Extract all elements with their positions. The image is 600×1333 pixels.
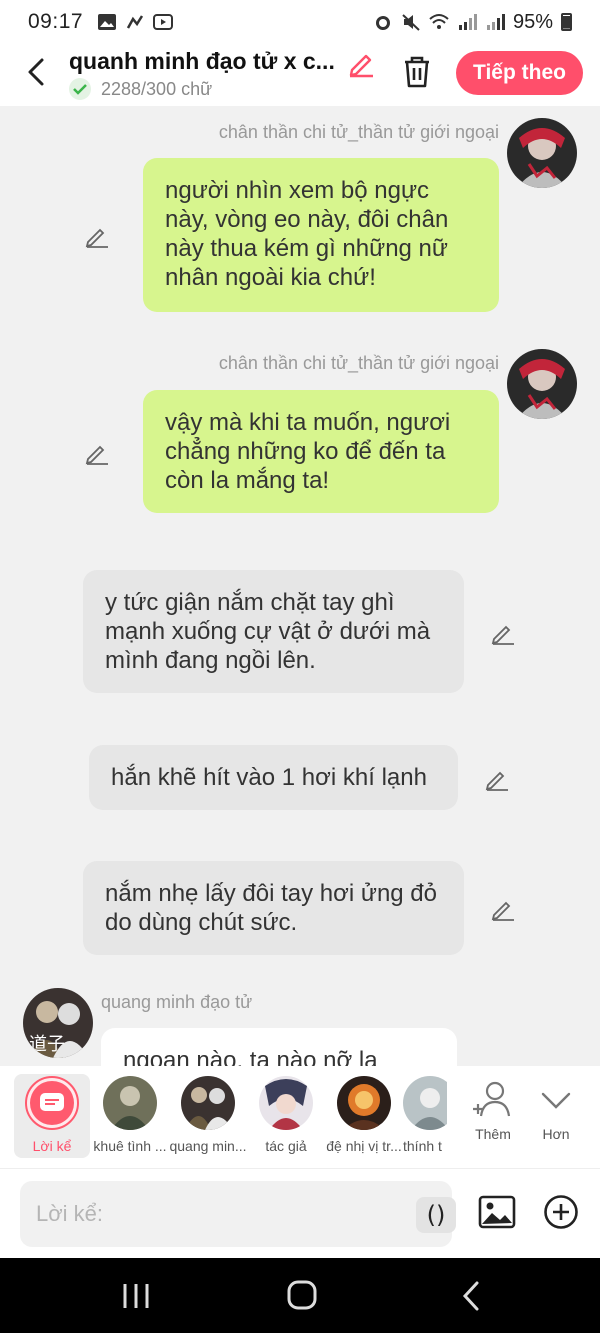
composer-box: () xyxy=(20,1181,456,1247)
sender-name: quang minh đạo tử xyxy=(101,992,253,1012)
sender-name: chân thần chi tử_thần tử giới ngoại xyxy=(218,122,499,142)
check-icon xyxy=(69,78,91,100)
character-item[interactable]: đệ nhị vị tr... xyxy=(325,1076,403,1154)
signal-icon xyxy=(458,14,477,30)
edit-message-button[interactable] xyxy=(84,439,110,465)
edit-message-button[interactable] xyxy=(84,222,110,248)
word-count-row: 2288/300 chữ xyxy=(69,78,212,100)
delete-button[interactable] xyxy=(400,54,434,90)
character-avatar[interactable]: 道子 xyxy=(23,988,93,1058)
character-selector: Lời kể khuê tình ... quang min... tác gi… xyxy=(0,1066,600,1168)
battery-percent: 95% xyxy=(512,10,553,33)
character-item[interactable]: quang min... xyxy=(169,1076,247,1154)
character-label: tác giả xyxy=(265,1138,307,1154)
edit-narration-button[interactable] xyxy=(484,765,510,791)
chevron-left-icon xyxy=(28,58,44,86)
narration-icon xyxy=(25,1076,79,1130)
gallery-icon xyxy=(98,14,117,30)
mute-icon xyxy=(402,14,420,31)
add-character-button[interactable]: Thêm xyxy=(463,1080,523,1142)
alarm-icon xyxy=(375,16,390,30)
story-title: quanh minh đạo tử x c... xyxy=(69,48,335,74)
narration-bubble[interactable]: nắm nhẹ lấy đôi tay hơi ửng đỏ do dùng c… xyxy=(83,861,464,955)
insert-parentheses-button[interactable]: () xyxy=(416,1197,456,1233)
add-person-icon xyxy=(473,1081,511,1117)
status-time: 09:17 xyxy=(28,10,84,33)
back-button[interactable] xyxy=(18,54,54,90)
signal-2-icon xyxy=(486,14,505,30)
add-label: Thêm xyxy=(475,1126,511,1142)
narration-bubble[interactable]: hắn khẽ hít vào 1 hơi khí lạnh xyxy=(89,745,458,810)
avatar-image xyxy=(507,349,577,419)
more-label: Hơn xyxy=(542,1126,570,1142)
message-bubble[interactable]: ngoan nào, ta nào nỡ la xyxy=(101,1028,457,1066)
character-label: Lời kể xyxy=(32,1138,72,1154)
battery-icon xyxy=(561,13,572,31)
status-bar: 09:17 95% xyxy=(0,0,600,44)
message-input[interactable] xyxy=(36,1197,396,1231)
chat-area: chân thần chi tử_thần tử giới ngoại ngườ… xyxy=(0,106,600,1066)
edit-narration-button[interactable] xyxy=(490,895,516,921)
sender-name: chân thần chi tử_thần tử giới ngoại xyxy=(218,353,499,373)
edit-narration-button[interactable] xyxy=(490,619,516,645)
svg-text:道子: 道子 xyxy=(29,1034,65,1055)
wifi-icon xyxy=(429,14,449,29)
character-avatar xyxy=(103,1076,157,1130)
character-item[interactable]: tác giả xyxy=(247,1076,325,1154)
character-avatar xyxy=(181,1076,235,1130)
recent-apps-button[interactable] xyxy=(116,1278,156,1314)
message-bubble[interactable]: vậy mà khi ta muốn, ngươi chẳng những ko… xyxy=(143,390,499,513)
more-characters-button[interactable]: Hơn xyxy=(526,1080,586,1142)
home-button[interactable] xyxy=(282,1278,322,1314)
word-count: 2288/300 chữ xyxy=(101,78,213,99)
youtube-icon xyxy=(153,14,174,30)
character-label: khuê tình ... xyxy=(93,1138,167,1154)
composer: () xyxy=(0,1168,600,1258)
system-back-button[interactable] xyxy=(452,1278,492,1314)
character-item[interactable]: thính t xyxy=(403,1076,447,1154)
avatar-image: 道子 xyxy=(23,988,93,1058)
character-avatar xyxy=(259,1076,313,1130)
character-avatar xyxy=(337,1076,391,1130)
notification-icon xyxy=(126,15,144,29)
chevron-down-icon xyxy=(541,1092,571,1109)
character-narration[interactable]: Lời kể xyxy=(14,1074,90,1158)
character-label: thính t xyxy=(403,1138,442,1154)
character-label: quang min... xyxy=(169,1138,247,1154)
avatar-image xyxy=(507,118,577,188)
top-app-bar: quanh minh đạo tử x c... 2288/300 chữ Ti… xyxy=(0,44,600,106)
character-item[interactable]: khuê tình ... xyxy=(91,1076,169,1154)
edit-title-button[interactable] xyxy=(346,48,376,78)
system-nav-bar xyxy=(0,1258,600,1333)
character-avatar[interactable] xyxy=(507,349,577,419)
character-avatar[interactable] xyxy=(507,118,577,188)
character-label: đệ nhị vị tr... xyxy=(326,1138,402,1154)
next-button[interactable]: Tiếp theo xyxy=(456,51,583,95)
add-icon[interactable] xyxy=(543,1194,579,1230)
character-avatar xyxy=(403,1076,447,1130)
message-bubble[interactable]: người nhìn xem bộ ngực này, vòng eo này,… xyxy=(143,158,499,312)
image-icon[interactable] xyxy=(478,1193,516,1231)
narration-bubble[interactable]: y tức giận nắm chặt tay ghì mạnh xuống c… xyxy=(83,570,464,693)
